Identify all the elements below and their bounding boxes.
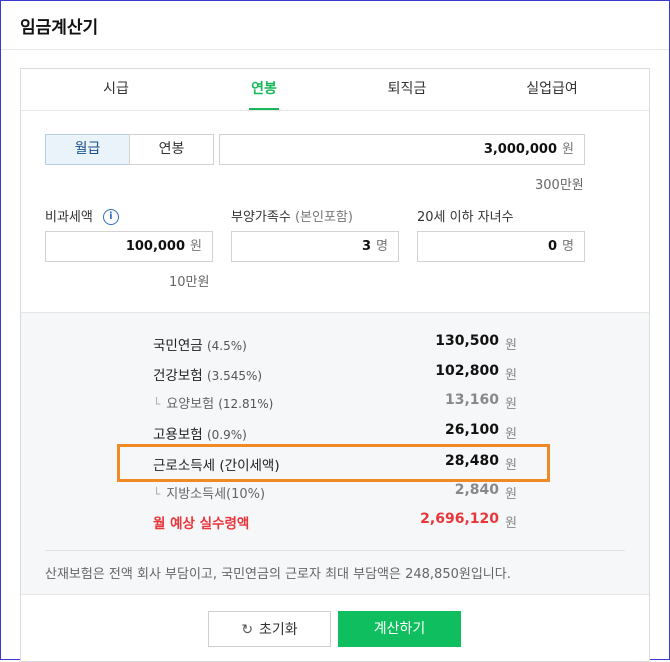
- result-label: 국민연금 (4.5%): [153, 334, 247, 354]
- result-row-health: 건강보험 (3.545%) 102,800 원: [21, 361, 649, 385]
- dependents-value: 3: [361, 239, 372, 254]
- tab-label: 연봉: [251, 81, 277, 97]
- result-rate: (4.5%): [206, 339, 247, 353]
- income-tax-highlight: [117, 444, 550, 482]
- result-label-text: 지방소득세: [166, 487, 227, 502]
- dependents-label: 부양가족수 (본인포함): [231, 206, 353, 225]
- result-label: 건강보험 (3.545%): [153, 364, 262, 384]
- result-value: 130,500: [435, 333, 499, 349]
- result-value: 13,160: [444, 392, 499, 408]
- calculator-card: 시급 연봉 퇴직금 실업급여 월급 연봉 3,000,000 원 300만원 비과…: [20, 68, 650, 662]
- salary-input[interactable]: 3,000,000 원: [219, 134, 585, 165]
- result-panel: 국민연금 (4.5%) 130,500 원 건강보험 (3.545%) 102,…: [21, 312, 649, 595]
- calculate-button[interactable]: 계산하기: [338, 611, 461, 647]
- result-unit: 원: [505, 516, 517, 531]
- monthly-toggle-button[interactable]: 월급: [45, 134, 130, 165]
- tab-annual[interactable]: 연봉: [209, 69, 319, 110]
- result-unit: 원: [505, 427, 517, 442]
- nontaxable-hint: 10만원: [169, 275, 210, 290]
- net-pay-label: 월 예상 실수령액: [153, 516, 250, 532]
- active-tab-indicator: [249, 108, 279, 110]
- result-label-text: 건강보험: [153, 368, 203, 384]
- sub-item-corner-icon: └: [153, 397, 161, 411]
- insurance-note: 산재보험은 전액 회사 부담이고, 국민연금의 근로자 최대 부담액은 248,…: [45, 567, 511, 582]
- result-unit: 원: [505, 368, 517, 383]
- tab-bar: 시급 연봉 퇴직금 실업급여: [21, 69, 649, 111]
- result-unit: 원: [505, 397, 517, 412]
- result-row-net-pay: 월 예상 실수령액 2,696,120 원: [21, 509, 649, 533]
- result-value: 102,800: [435, 363, 499, 379]
- result-rate: (3.545%): [206, 369, 263, 383]
- result-rate: (0.9%): [206, 428, 247, 442]
- dependents-label-sub: (본인포함): [294, 210, 353, 225]
- net-pay-value: 2,696,120: [420, 511, 499, 527]
- salary-unit: 원: [562, 142, 574, 157]
- nontaxable-input[interactable]: 100,000 원: [45, 231, 213, 262]
- children-label: 20세 이하 자녀수: [417, 210, 514, 225]
- footer-divider: [21, 594, 649, 595]
- sub-item-corner-icon: └: [153, 487, 161, 501]
- tab-label: 실업급여: [526, 81, 578, 97]
- result-divider: [45, 550, 625, 551]
- result-label: └ 요양보험 (12.81%): [153, 393, 273, 412]
- result-label-text: 국민연금: [153, 338, 203, 354]
- result-row-longterm-care: └ 요양보험 (12.81%) 13,160 원: [21, 390, 649, 414]
- pay-period-toggle: 월급 연봉: [45, 134, 214, 165]
- page-title: 임금계산기: [20, 18, 99, 38]
- reset-button[interactable]: ↻ 초기화: [208, 611, 331, 647]
- result-value: 26,100: [444, 422, 499, 438]
- info-icon[interactable]: i: [102, 208, 119, 225]
- children-value: 0: [547, 239, 558, 254]
- nontaxable-label: 비과세액 i: [45, 206, 119, 226]
- nontaxable-label-text: 비과세액: [45, 210, 93, 225]
- tab-hourly[interactable]: 시급: [61, 69, 171, 110]
- nontaxable-unit: 원: [190, 239, 202, 254]
- tab-unemployment[interactable]: 실업급여: [497, 69, 607, 110]
- refresh-icon: ↻: [241, 622, 254, 638]
- result-value: 2,840: [454, 482, 499, 498]
- result-row-employment: 고용보험 (0.9%) 26,100 원: [21, 420, 649, 444]
- children-input[interactable]: 0명: [417, 231, 585, 262]
- result-unit: 원: [505, 338, 517, 353]
- children-unit: 명: [562, 239, 574, 254]
- result-label: └ 지방소득세(10%): [153, 483, 265, 502]
- result-label-text: 고용보험: [153, 427, 203, 443]
- salary-value: 3,000,000: [483, 142, 558, 157]
- result-rate: (12.81%): [218, 397, 274, 411]
- tab-label: 퇴직금: [387, 81, 427, 97]
- title-bar: 임금계산기: [1, 1, 669, 50]
- salary-hint: 300만원: [535, 178, 584, 193]
- dependents-unit: 명: [376, 239, 388, 254]
- result-rate: (10%): [226, 487, 266, 502]
- reset-button-label: 초기화: [259, 622, 298, 638]
- result-row-local-tax: └ 지방소득세(10%) 2,840 원: [21, 480, 649, 504]
- dependents-input[interactable]: 3명: [231, 231, 399, 262]
- result-row-pension: 국민연금 (4.5%) 130,500 원: [21, 331, 649, 355]
- dependents-label-text: 부양가족수: [231, 210, 291, 225]
- result-label-text: 요양보험: [166, 397, 215, 412]
- tab-severance[interactable]: 퇴직금: [352, 69, 462, 110]
- result-label: 고용보험 (0.9%): [153, 423, 247, 443]
- annual-toggle-button[interactable]: 연봉: [129, 134, 214, 165]
- nontaxable-value: 100,000: [125, 239, 186, 254]
- tab-label: 시급: [103, 81, 129, 97]
- result-unit: 원: [505, 487, 517, 502]
